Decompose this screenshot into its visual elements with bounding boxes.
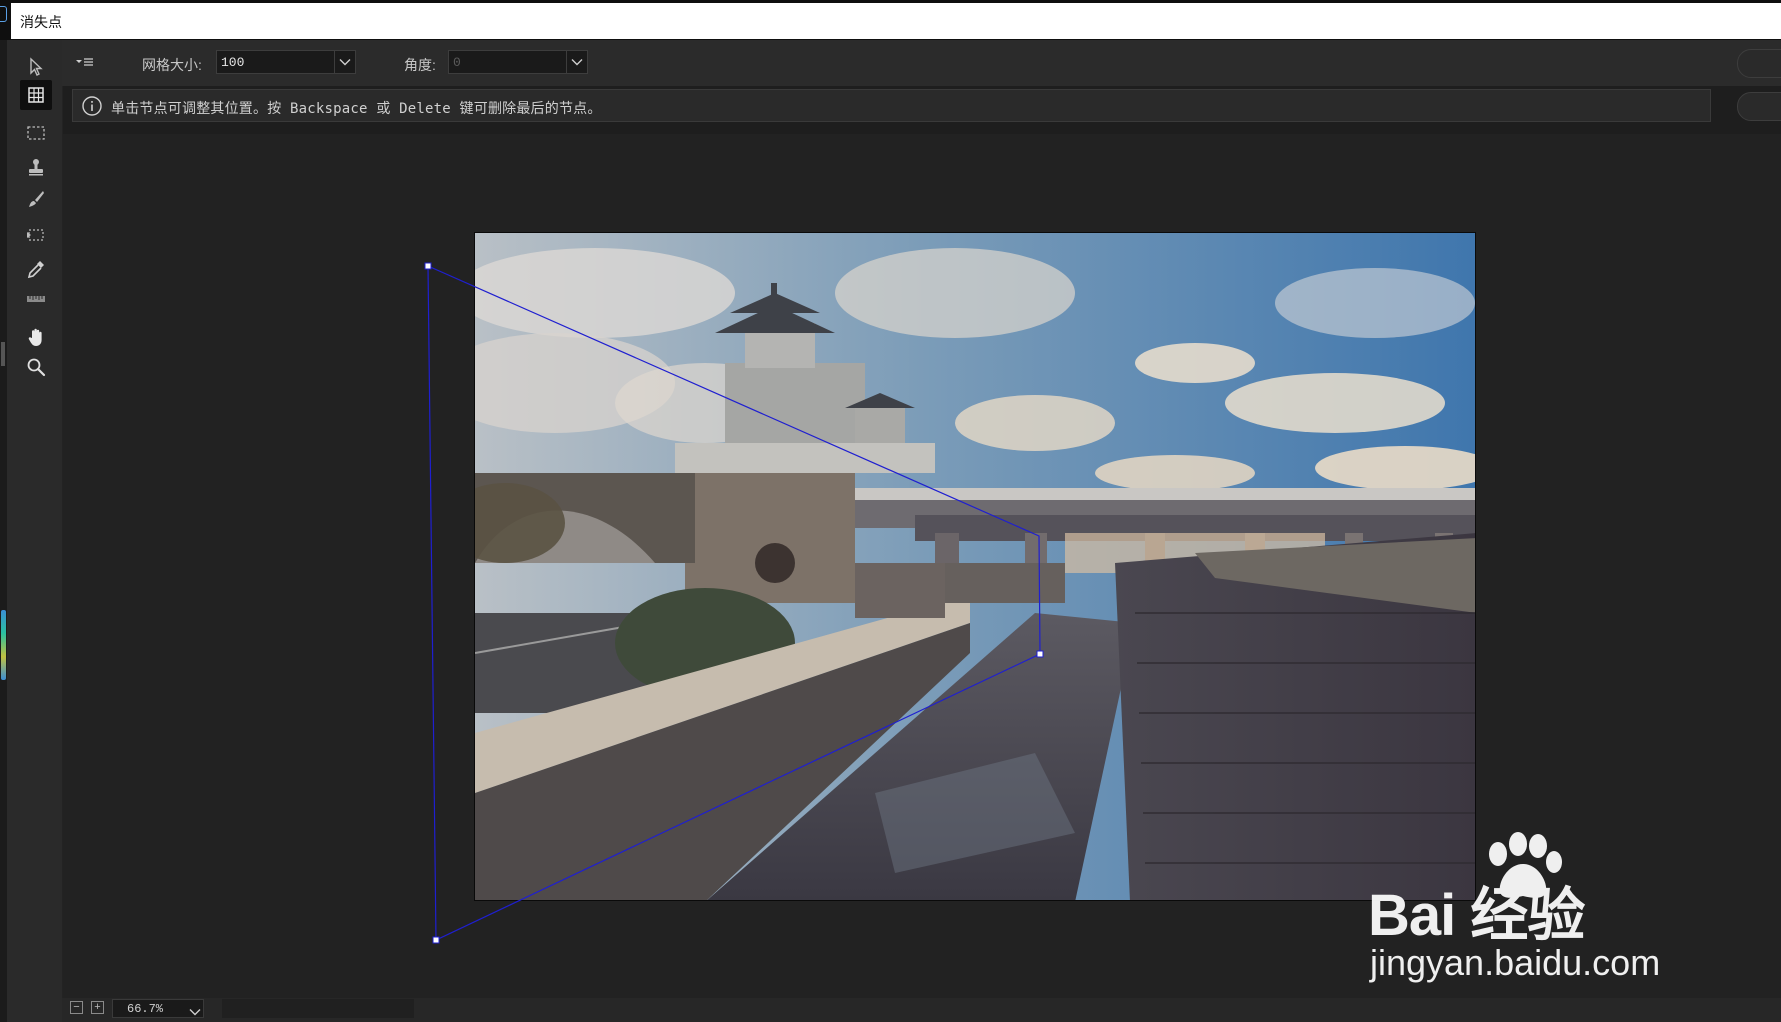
edge-meter [1,610,6,680]
eyedropper-tool[interactable] [20,254,52,284]
angle-label: 角度: [404,57,436,73]
zoom-in-button[interactable]: + [91,1001,104,1014]
magnifier-icon [27,358,46,377]
photo-scene [475,233,1475,900]
stamp-tool[interactable] [20,152,52,182]
arrow-cursor-icon [30,57,43,76]
grid-size-value[interactable]: 100 [221,55,244,70]
info-bar: 单击节点可调整其位置。按 Backspace 或 Delete 键可删除最后的节… [72,89,1711,122]
measure-tool[interactable] [20,284,52,314]
left-edge-strip [0,40,7,1022]
edit-plane-tool[interactable] [20,52,52,82]
zoom-combo[interactable]: 66.7% [112,999,204,1018]
info-text: 单击节点可调整其位置。按 Backspace 或 Delete 键可删除最后的节… [111,101,602,117]
zoom-out-button[interactable]: − [70,1001,83,1014]
title-bar: 消失点 [0,0,1781,40]
window-edge-marker [0,6,7,22]
grid-plane-icon [28,87,44,103]
transform-icon [27,229,44,241]
hand-icon [28,328,42,346]
flyout-menu-icon[interactable] [74,52,96,72]
marquee-icon [27,126,45,140]
chevron-down-icon[interactable] [334,51,355,73]
edge-indicator [1,342,5,366]
stamp-icon [29,159,43,176]
info-icon [81,95,103,117]
create-plane-tool[interactable] [20,80,52,110]
title-box: 消失点 [11,3,1781,39]
cancel-button[interactable] [1737,92,1781,121]
ok-button[interactable] [1737,49,1781,78]
grid-size-combo[interactable]: 100 [216,50,356,74]
brush-icon [29,191,44,207]
transform-tool[interactable] [20,220,52,250]
photo-canvas[interactable] [474,232,1476,901]
hand-tool[interactable] [20,322,52,352]
grid-size-label: 网格大小: [142,57,202,73]
zoom-value[interactable]: 66.7% [127,1002,163,1016]
angle-combo[interactable]: 0 [448,50,588,74]
window-title: 消失点 [20,14,62,30]
brush-tool[interactable] [20,184,52,214]
ruler-icon [27,296,45,302]
status-bar: − + 66.7% [62,998,1781,1022]
eyedropper-icon [27,261,44,279]
options-bar: 网格大小: 100 角度: 0 [62,40,1781,86]
chevron-down-icon[interactable] [566,51,587,73]
angle-value[interactable]: 0 [453,55,461,70]
tool-panel [0,40,63,1022]
status-info-strip [222,999,414,1018]
marquee-tool[interactable] [20,118,52,148]
zoom-tool[interactable] [20,352,52,382]
chevron-down-icon[interactable] [189,1003,201,1021]
